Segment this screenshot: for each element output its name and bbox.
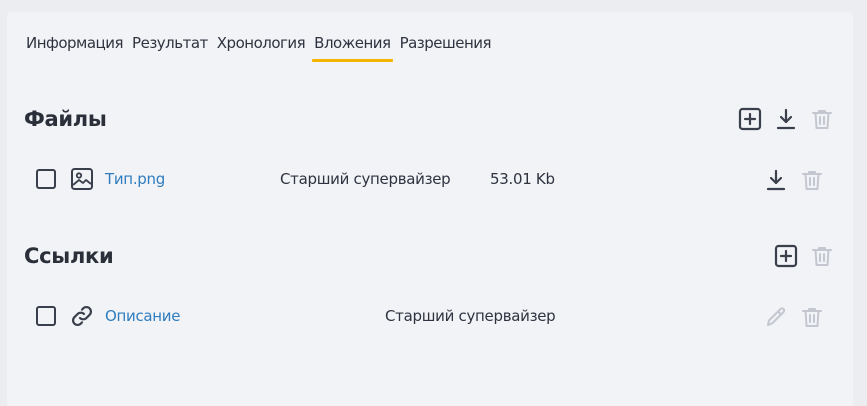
add-link-button[interactable] (773, 243, 799, 269)
file-owner: Старший супервайзер (280, 170, 451, 188)
tab-permissions[interactable]: Разрешения (400, 34, 492, 62)
trash-icon (812, 247, 832, 266)
links-section-title: Ссылки (24, 244, 114, 268)
link-owner: Старший супервайзер (385, 307, 556, 325)
tab-attachments[interactable]: Вложения (312, 34, 393, 62)
delete-files-button[interactable] (809, 106, 835, 132)
tab-information[interactable]: Информация (26, 34, 124, 62)
link-edit-button[interactable] (763, 304, 789, 330)
add-file-button[interactable] (737, 106, 763, 132)
image-icon (71, 168, 93, 190)
tab-timeline[interactable]: Хронология (217, 34, 306, 62)
file-type-image (69, 166, 95, 192)
link-type (69, 303, 95, 329)
download-icon (776, 108, 796, 130)
files-section-title: Файлы (24, 107, 107, 131)
link-icon (71, 305, 93, 327)
file-size: 53.01 Kb (490, 170, 555, 188)
download-all-button[interactable] (773, 106, 799, 132)
attachments-panel (7, 12, 853, 406)
tab-result[interactable]: Результат (132, 34, 208, 62)
trash-icon (802, 308, 822, 327)
trash-icon (802, 171, 822, 190)
delete-links-button[interactable] (809, 243, 835, 269)
file-download-button[interactable] (763, 167, 789, 193)
file-delete-button[interactable] (799, 167, 825, 193)
plus-square-icon (774, 244, 798, 268)
pencil-icon (767, 307, 786, 326)
link-delete-button[interactable] (799, 304, 825, 330)
tab-bar: Информация Результат Хронология Вложения… (26, 34, 500, 62)
link-row-checkbox[interactable] (36, 306, 56, 326)
trash-icon (812, 110, 832, 129)
file-name-link[interactable]: Тип.png (105, 170, 165, 188)
file-row-checkbox[interactable] (36, 169, 56, 189)
plus-square-icon (738, 107, 762, 131)
download-icon (766, 169, 786, 191)
link-name[interactable]: Описание (105, 307, 180, 325)
